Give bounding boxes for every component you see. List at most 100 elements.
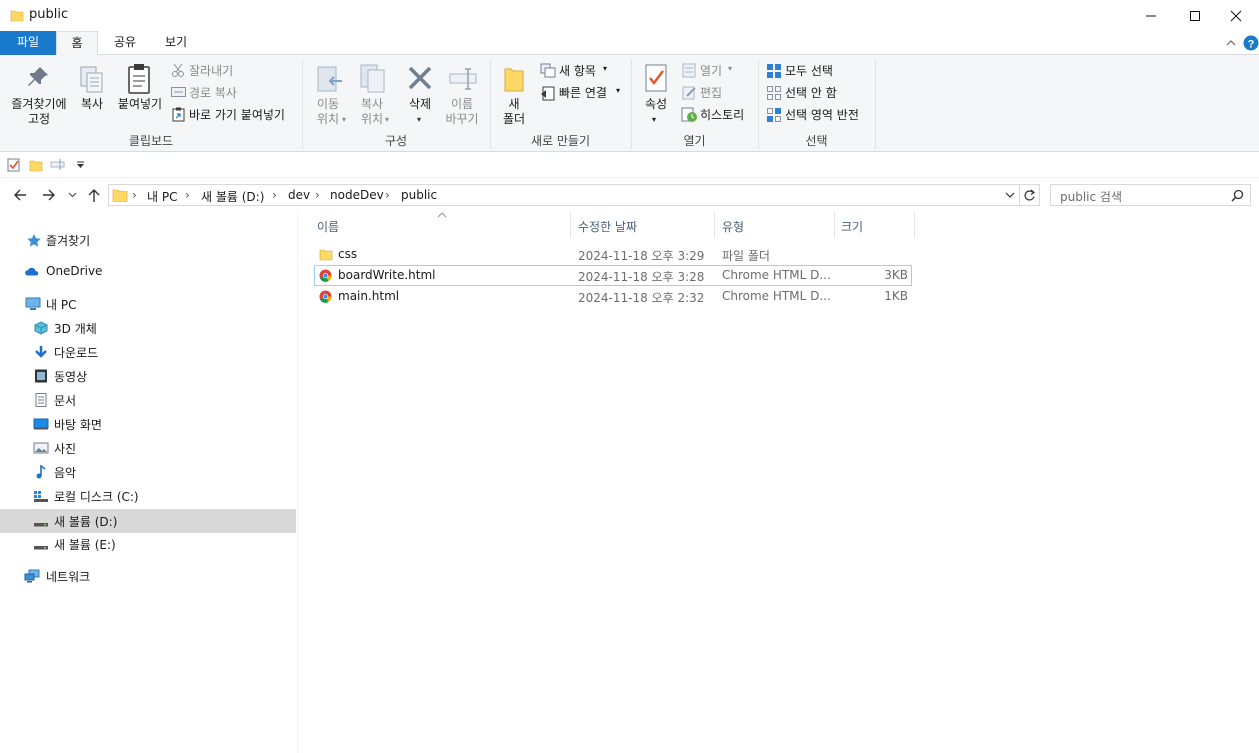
chrome-icon	[319, 269, 332, 282]
column-header-type[interactable]: 유형	[722, 212, 744, 238]
table-row[interactable]: main.html 2024-11-18 오후 2:32 Chrome HTML…	[314, 286, 912, 307]
chevron-up-icon[interactable]	[1225, 38, 1237, 48]
invert-selection-button[interactable]: 선택 영역 반전	[785, 106, 859, 123]
column-divider[interactable]	[714, 212, 715, 238]
table-row[interactable]: boardWrite.html 2024-11-18 오후 3:28 Chrom…	[314, 265, 912, 286]
breadcrumb-nodedev[interactable]: nodeDev	[330, 188, 384, 202]
tab-share[interactable]: 공유	[104, 31, 146, 55]
tab-home[interactable]: 홈	[56, 31, 98, 56]
copy-path-button[interactable]: 경로 복사	[189, 84, 237, 101]
star-icon	[27, 234, 41, 247]
refresh-icon	[1024, 189, 1036, 201]
paste-shortcut-button[interactable]: 바로 가기 붙여넣기	[189, 106, 285, 123]
easy-access-button[interactable]: 빠른 연결	[559, 84, 607, 101]
nav-item-documents[interactable]: 문서	[0, 388, 296, 412]
maximize-button[interactable]	[1172, 0, 1218, 31]
file-modified: 2024-11-18 오후 3:29	[578, 249, 705, 263]
dropdown-arrow-icon: ▾	[616, 86, 621, 95]
column-header-name[interactable]: 이름	[317, 212, 339, 238]
nav-item-volume-e[interactable]: 새 볼륨 (E:)	[0, 532, 296, 556]
film-icon	[35, 369, 47, 383]
select-none-button[interactable]: 선택 안 함	[785, 84, 837, 101]
organize-group-label: 구성	[384, 134, 408, 148]
copy-path-icon	[171, 87, 186, 97]
properties-check-icon[interactable]	[7, 158, 21, 172]
clipboard-icon	[128, 64, 150, 94]
nav-item-this-pc[interactable]: 내 PC	[0, 292, 296, 316]
new-folder-label-2: 폴더	[502, 112, 526, 126]
nav-item-local-disk-c[interactable]: 로컬 디스크 (C:)	[0, 484, 296, 508]
column-divider[interactable]	[914, 212, 915, 238]
nav-item-pictures[interactable]: 사진	[0, 436, 296, 460]
back-arrow-icon[interactable]	[12, 188, 28, 202]
nav-label: 즐겨찾기	[46, 234, 91, 248]
dropdown-arrow-icon: ▾	[342, 115, 347, 124]
select-all-button[interactable]: 모두 선택	[785, 62, 833, 79]
nav-item-network[interactable]: 네트워크	[0, 564, 296, 588]
properties-label: 속성	[644, 97, 668, 111]
nav-label: 네트워크	[46, 570, 91, 584]
pin-quick-access-button[interactable]: 즐겨찾기에 고정	[4, 59, 72, 129]
new-folder-label-1: 새	[508, 97, 520, 111]
nav-label: OneDrive	[46, 264, 103, 278]
address-bar[interactable]: › 내 PC › 새 볼륨 (D:) › dev › nodeDev › pub…	[108, 184, 1020, 206]
tab-view[interactable]: 보기	[155, 31, 197, 55]
breadcrumb-dev[interactable]: dev	[288, 188, 310, 202]
column-header-size[interactable]: 크기	[841, 212, 863, 238]
file-size: 1KB	[884, 289, 908, 303]
cut-button[interactable]: 잘라내기	[189, 62, 233, 79]
file-modified: 2024-11-18 오후 3:28	[578, 270, 705, 284]
new-item-icon	[540, 63, 556, 78]
nav-item-3d-objects[interactable]: 3D 개체	[0, 316, 296, 340]
dropdown-arrow-icon: ▾	[652, 115, 657, 124]
file-type: 파일 폴더	[722, 249, 770, 263]
new-item-button[interactable]: 새 항목	[559, 62, 596, 79]
paste-shortcut-icon	[172, 107, 185, 122]
minimize-button[interactable]	[1128, 0, 1174, 31]
address-dropdown-icon[interactable]	[1005, 191, 1015, 199]
column-divider[interactable]	[834, 212, 835, 238]
nav-label: 음악	[54, 466, 77, 480]
table-row[interactable]: css 2024-11-18 오후 3:29 파일 폴더	[314, 244, 912, 265]
breadcrumb-this-pc[interactable]: 내 PC	[147, 188, 177, 205]
nav-item-music[interactable]: 음악	[0, 460, 296, 484]
customize-dropdown-icon[interactable]	[76, 161, 85, 169]
nav-item-videos[interactable]: 동영상	[0, 364, 296, 388]
breadcrumb-public[interactable]: public	[401, 188, 437, 202]
move-to-button[interactable]: 이동 위치 ▾	[308, 59, 348, 129]
delete-button[interactable]: 삭제 ▾	[400, 59, 440, 129]
file-modified: 2024-11-18 오후 2:32	[578, 291, 705, 305]
file-name: boardWrite.html	[338, 268, 436, 282]
up-arrow-icon[interactable]	[87, 187, 101, 203]
open-button[interactable]: 열기	[700, 62, 722, 79]
nav-item-desktop[interactable]: 바탕 화면	[0, 412, 296, 436]
help-icon[interactable]: ?	[1243, 35, 1259, 51]
rename-icon[interactable]	[50, 158, 66, 172]
breadcrumb-separator: ›	[132, 188, 137, 202]
column-header-modified[interactable]: 수정한 날짜	[578, 212, 637, 238]
copy-button[interactable]: 복사	[74, 59, 110, 129]
refresh-button[interactable]	[1020, 184, 1040, 206]
new-folder-button[interactable]: 새 폴더	[496, 59, 532, 129]
history-button[interactable]: 히스토리	[700, 106, 744, 123]
edit-button[interactable]: 편집	[700, 84, 722, 101]
nav-item-downloads[interactable]: 다운로드	[0, 340, 296, 364]
recent-locations-chevron-icon[interactable]	[68, 191, 77, 199]
new-folder-icon[interactable]	[29, 158, 43, 172]
rename-button[interactable]: 이름 바꾸기	[442, 59, 482, 129]
properties-button[interactable]: 속성 ▾	[637, 59, 675, 129]
column-divider[interactable]	[570, 212, 571, 238]
forward-arrow-icon[interactable]	[41, 188, 57, 202]
copy-to-button[interactable]: 복사 위치 ▾	[352, 59, 392, 129]
tab-file[interactable]: 파일	[0, 31, 56, 55]
dropdown-arrow-icon: ▾	[417, 115, 422, 124]
search-icon	[1231, 189, 1244, 202]
nav-item-onedrive[interactable]: OneDrive	[0, 260, 296, 284]
search-input[interactable]: public 검색	[1060, 188, 1122, 205]
breadcrumb-volume-d[interactable]: 새 볼륨 (D:)	[201, 188, 264, 205]
paste-button[interactable]: 붙여넣기	[114, 59, 166, 129]
nav-item-volume-d[interactable]: 새 볼륨 (D:)	[0, 509, 296, 533]
search-box[interactable]: public 검색	[1050, 184, 1251, 206]
close-button[interactable]	[1213, 0, 1259, 31]
nav-item-quick-access[interactable]: 즐겨찾기	[0, 228, 296, 252]
